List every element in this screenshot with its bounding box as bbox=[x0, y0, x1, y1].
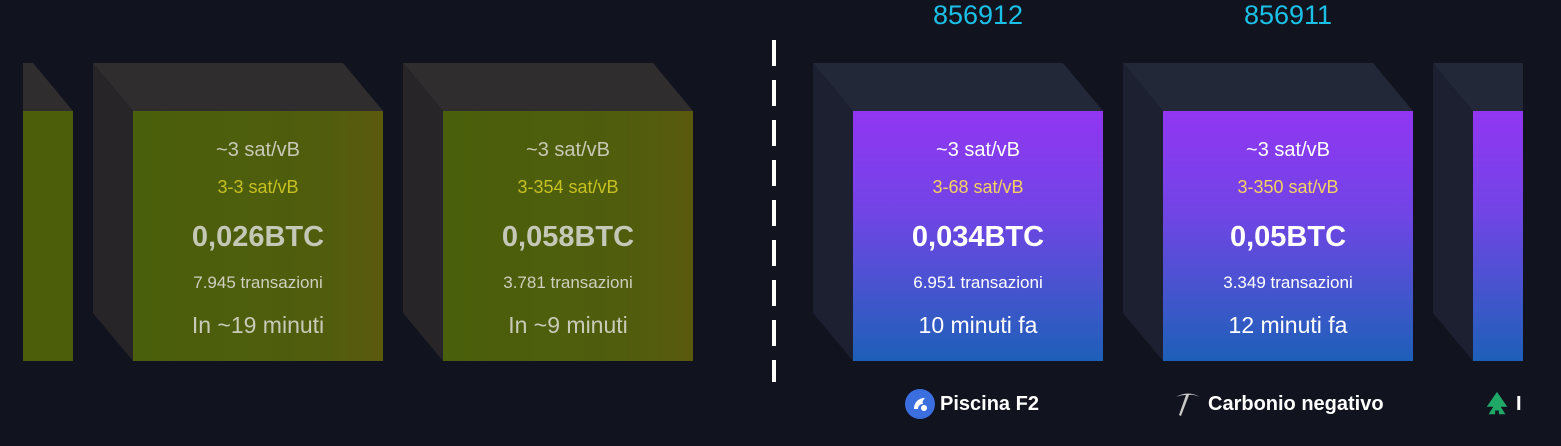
cube-top bbox=[403, 63, 693, 111]
mined-block[interactable]: ~3 sat/vB 3-68 sat/vB 0,034BTC 6.951 tra… bbox=[813, 63, 1103, 361]
cube-side bbox=[1123, 63, 1163, 361]
mining-pool-link-partial[interactable]: I bbox=[1483, 387, 1522, 421]
cube-face: ~3 sat/vB 3-68 sat/vB 0,034BTC 6.951 tra… bbox=[853, 111, 1103, 361]
fee-range: 3-350 sat/vB bbox=[1237, 177, 1339, 197]
cube-top bbox=[93, 63, 383, 111]
fee-range: 3-68 sat/vB bbox=[932, 177, 1024, 197]
median-fee: ~3 sat/vB bbox=[1246, 139, 1330, 161]
block-age: 10 minuti fa bbox=[918, 312, 1038, 338]
tree-icon bbox=[1486, 391, 1508, 417]
transaction-count: 6.951 transazioni bbox=[913, 273, 1043, 292]
transaction-count: 7.945 transazioni bbox=[193, 273, 323, 292]
f2pool-icon bbox=[905, 389, 935, 419]
cube-side bbox=[1433, 63, 1473, 361]
transaction-count: 3.781 transazioni bbox=[503, 273, 633, 292]
total-fees: 0,05BTC bbox=[1229, 221, 1347, 253]
block-age: 12 minuti fa bbox=[1228, 312, 1348, 338]
block-height-link[interactable]: 856912 bbox=[853, 0, 1103, 31]
mempool-block[interactable]: ~3 sat/vB 3-354 sat/vB 0,058BTC 3.781 tr… bbox=[403, 63, 693, 361]
cube-face: ~3 sat/vB 3-3 sat/vB 0,026BTC 7.945 tran… bbox=[133, 111, 383, 361]
block-height-link[interactable]: 856911 bbox=[1163, 0, 1413, 31]
cube-side bbox=[403, 63, 443, 361]
cube-face bbox=[1473, 111, 1523, 361]
estimated-time: In ~9 minuti bbox=[508, 312, 628, 338]
cube-face: ~3 sat/vB 3-350 sat/vB 0,05BTC 3.349 tra… bbox=[1163, 111, 1413, 361]
cube-face: ~3 sat/vB 3-354 sat/vB 0,058BTC 3.781 tr… bbox=[443, 111, 693, 361]
mempool-block[interactable]: ~3 sat/vB 3-3 sat/vB 0,026BTC 7.945 tran… bbox=[93, 63, 383, 361]
total-fees: 0,026BTC bbox=[191, 221, 325, 253]
mempool-block-partial-left[interactable]: i bbox=[23, 63, 73, 361]
cube-top bbox=[813, 63, 1103, 111]
mempool-blockchain-divider bbox=[772, 40, 776, 382]
cube-top bbox=[23, 63, 73, 111]
cut-off-text: i bbox=[23, 312, 24, 339]
total-fees: 0,058BTC bbox=[501, 221, 635, 253]
cube-side bbox=[93, 63, 133, 361]
transaction-count: 3.349 transazioni bbox=[1223, 273, 1353, 292]
mined-block[interactable]: ~3 sat/vB 3-350 sat/vB 0,05BTC 3.349 tra… bbox=[1123, 63, 1413, 361]
median-fee: ~3 sat/vB bbox=[526, 139, 610, 161]
mined-block-partial-right[interactable] bbox=[1433, 63, 1523, 361]
cube-side bbox=[813, 63, 853, 361]
pool-name-truncated: I bbox=[1516, 392, 1522, 415]
total-fees: 0,034BTC bbox=[911, 221, 1045, 253]
fee-range: 3-354 sat/vB bbox=[517, 177, 619, 197]
estimated-time: In ~19 minuti bbox=[191, 312, 325, 338]
pool-name: Piscina F2 bbox=[940, 392, 1039, 415]
pool-name: Carbonio negativo bbox=[1208, 392, 1384, 415]
pickaxe-icon bbox=[1176, 393, 1200, 416]
median-fee: ~3 sat/vB bbox=[216, 139, 300, 161]
mining-pool-link[interactable]: Piscina F2 bbox=[905, 387, 1039, 421]
mining-pool-link[interactable]: Carbonio negativo bbox=[1173, 387, 1384, 421]
fee-range: 3-3 sat/vB bbox=[217, 177, 299, 197]
median-fee: ~3 sat/vB bbox=[936, 139, 1020, 161]
cube-top bbox=[1123, 63, 1413, 111]
cube-face: i bbox=[23, 111, 73, 361]
